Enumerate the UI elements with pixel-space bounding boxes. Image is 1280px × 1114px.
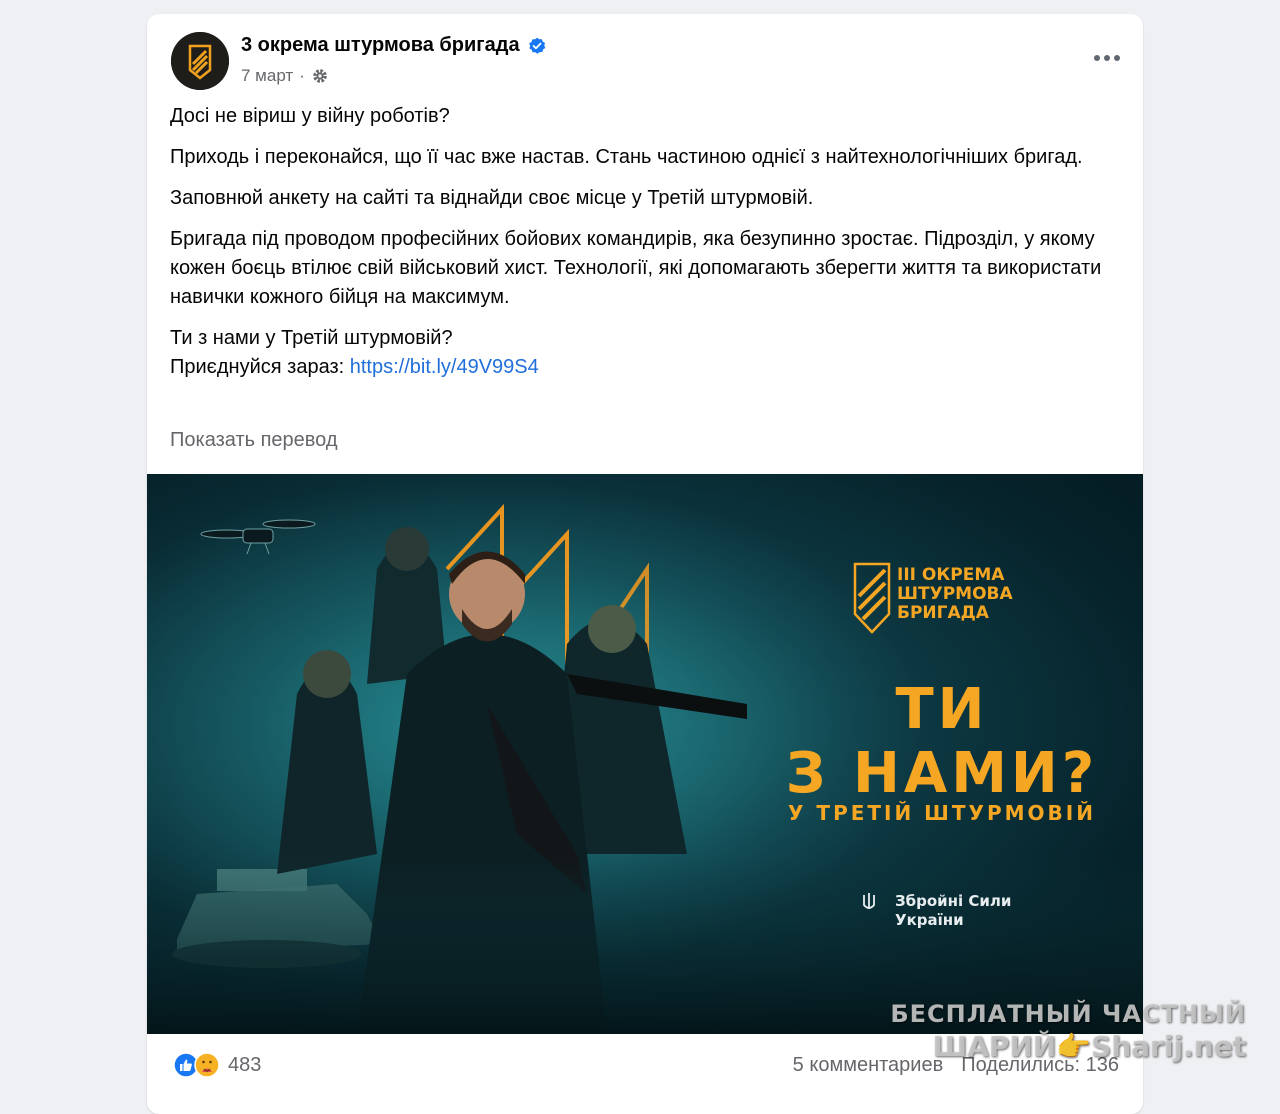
post-card: 3 окрема штурмова бригада 7 март · Досі … (147, 14, 1143, 1114)
banner-artwork: III ОКРЕМА ШТУРМОВА БРИГАДА ТИ З НАМИ? У… (147, 474, 1143, 1034)
brand-line-2: ШТУРМОВА (897, 584, 1013, 604)
gear-icon[interactable] (311, 67, 329, 85)
more-dot (1094, 55, 1100, 61)
post-date[interactable]: 7 март (241, 66, 293, 86)
post-image[interactable]: III ОКРЕМА ШТУРМОВА БРИГАДА ТИ З НАМИ? У… (147, 474, 1143, 1034)
more-dot (1104, 55, 1110, 61)
reaction-icons (173, 1052, 220, 1078)
post-paragraph: Приходь і переконайся, що її час вже нас… (170, 146, 1083, 168)
meta-separator: · (299, 66, 305, 85)
shares-count[interactable]: Поделились: 136 (961, 1054, 1119, 1077)
post-text: Досі не віриш у війну роботів? Приходь і… (170, 102, 1130, 382)
brigade-logo-icon (171, 32, 229, 90)
army-line-2: України (895, 911, 964, 929)
reactions-summary[interactable]: 483 (173, 1052, 261, 1078)
post-paragraph: Досі не віриш у війну роботів? (170, 105, 450, 127)
post-meta: 7 март · (241, 66, 329, 86)
care-icon (194, 1052, 220, 1078)
page-name[interactable]: 3 окрема штурмова бригада (241, 34, 520, 57)
post-cta: Приєднуйся зараз: https://bit.ly/49V99S4 (170, 353, 1130, 382)
post-paragraph: Заповнюй анкету на сайті та віднайди сво… (170, 187, 814, 209)
page-avatar[interactable] (171, 32, 229, 90)
post-closing-line: Ти з нами у Третій штурмовій? (170, 327, 453, 349)
cta-prefix: Приєднуйся зараз: (170, 356, 350, 378)
show-translation-link[interactable]: Показать перевод (170, 429, 338, 452)
brand-line-1: III ОКРЕМА (897, 565, 1005, 585)
comments-count[interactable]: 5 комментариев (793, 1054, 944, 1077)
cta-link[interactable]: https://bit.ly/49V99S4 (350, 356, 539, 378)
reaction-count: 483 (228, 1053, 262, 1076)
headline-subline: У ТРЕТІЙ ШТУРМОВІЙ (788, 801, 1096, 825)
page-name-row: 3 окрема штурмова бригада (241, 34, 546, 57)
army-line-1: Збройні Сили (895, 892, 1011, 910)
more-options-icon[interactable] (1091, 44, 1123, 72)
brand-line-3: БРИГАДА (897, 603, 990, 623)
engagement-stats: 5 комментариев Поделились: 136 (793, 1054, 1119, 1077)
verified-badge-icon (528, 37, 545, 54)
post-paragraph: Бригада під проводом професійних бойових… (170, 228, 1102, 308)
more-dot (1114, 55, 1120, 61)
headline-line-1: ТИ (895, 677, 988, 742)
headline-line-2: З НАМИ? (786, 741, 1099, 806)
